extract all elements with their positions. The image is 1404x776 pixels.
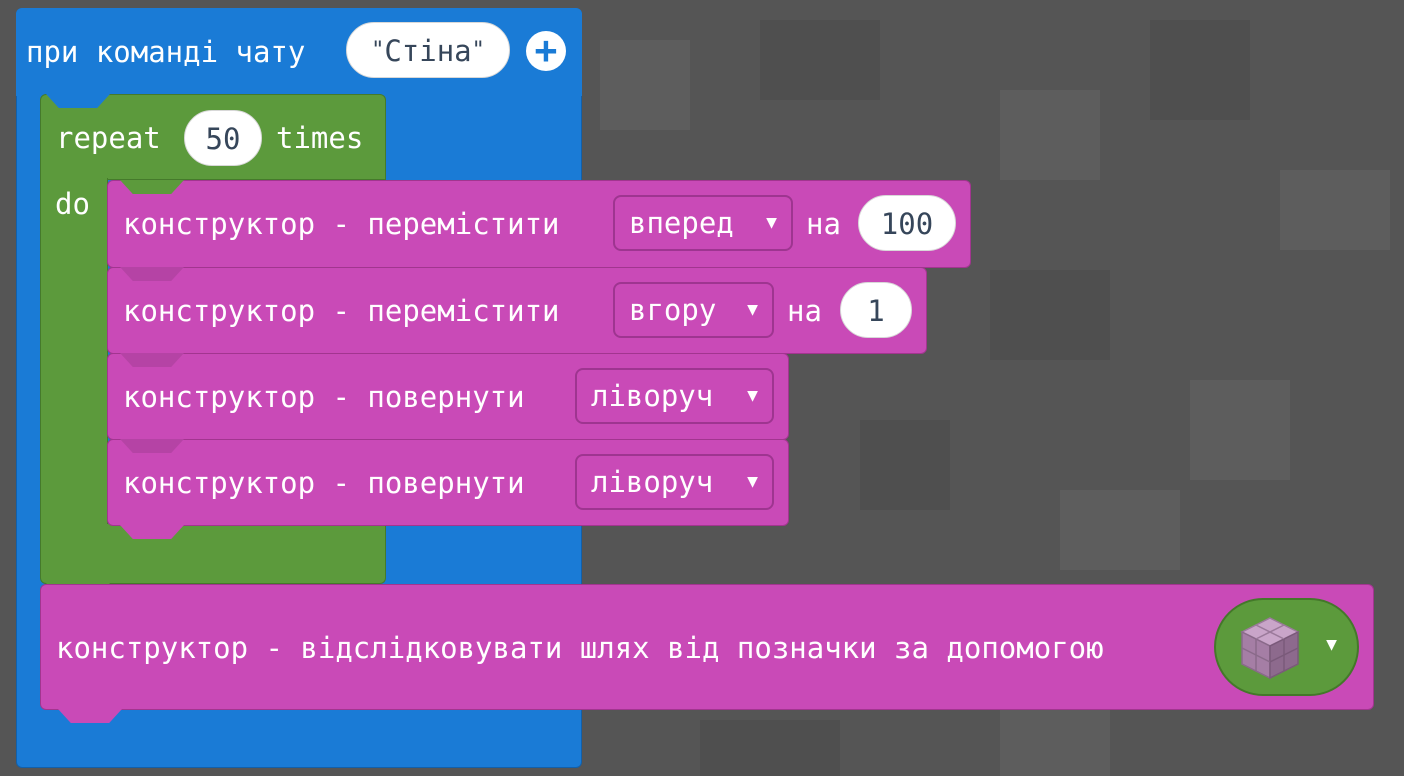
turn-direction-value: ліворуч	[591, 465, 714, 499]
times-label: times	[276, 121, 364, 155]
builder-turn-label: конструктор - повернути	[123, 380, 525, 414]
builder-move-label: конструктор - перемістити	[123, 207, 560, 241]
turn-direction-dropdown[interactable]: ліворуч ▼	[575, 368, 774, 424]
direction-dropdown[interactable]: вгору ▼	[613, 282, 774, 338]
caret-down-icon: ▼	[1326, 634, 1337, 655]
workspace-bg-tile	[600, 40, 690, 130]
builder-turn-label: конструктор - повернути	[123, 466, 525, 500]
chat-command-label: при команді чату	[26, 35, 306, 69]
do-label: do	[55, 187, 90, 221]
amount-field[interactable]: 1	[840, 282, 912, 338]
repeat-bottom-arm	[40, 524, 386, 584]
workspace-bg-tile	[1000, 710, 1110, 776]
by-label: на	[787, 294, 822, 328]
block-type-picker[interactable]: ▼	[1214, 598, 1359, 696]
direction-value: вгору	[629, 293, 717, 327]
plus-circle-icon[interactable]: +	[526, 31, 566, 71]
direction-dropdown[interactable]: вперед ▼	[613, 195, 793, 251]
caret-down-icon: ▼	[747, 471, 758, 492]
caret-down-icon: ▼	[766, 212, 777, 233]
builder-move-label: конструктор - перемістити	[123, 294, 560, 328]
chat-command-value: Стіна	[384, 34, 472, 68]
repeat-side-arm	[40, 178, 108, 526]
workspace-bg-tile	[860, 420, 950, 510]
workspace-bg-tile	[760, 20, 880, 100]
by-label: на	[806, 207, 841, 241]
workspace-bg-tile	[1150, 20, 1250, 120]
caret-down-icon: ▼	[747, 385, 758, 406]
workspace-bg-tile	[990, 270, 1110, 360]
repeat-label: repeat	[56, 121, 161, 155]
amount-field[interactable]: 100	[858, 195, 956, 251]
workspace-bg-tile	[700, 720, 840, 776]
quote-open: "	[371, 38, 385, 63]
purpur-block-icon	[1240, 617, 1300, 680]
quote-close: "	[471, 38, 485, 63]
workspace-bg-tile	[1060, 490, 1180, 570]
turn-direction-dropdown[interactable]: ліворуч ▼	[575, 454, 774, 510]
chat-command-value-field[interactable]: "Стіна"	[346, 22, 510, 78]
workspace-bg-tile	[1000, 90, 1100, 180]
caret-down-icon: ▼	[747, 299, 758, 320]
trace-path-label: конструктор - відслідковувати шлях від п…	[56, 631, 1104, 665]
direction-value: вперед	[629, 206, 734, 240]
repeat-count-field[interactable]: 50	[184, 110, 262, 166]
workspace-bg-tile	[1280, 170, 1390, 250]
workspace-bg-tile	[1190, 380, 1290, 480]
turn-direction-value: ліворуч	[591, 379, 714, 413]
